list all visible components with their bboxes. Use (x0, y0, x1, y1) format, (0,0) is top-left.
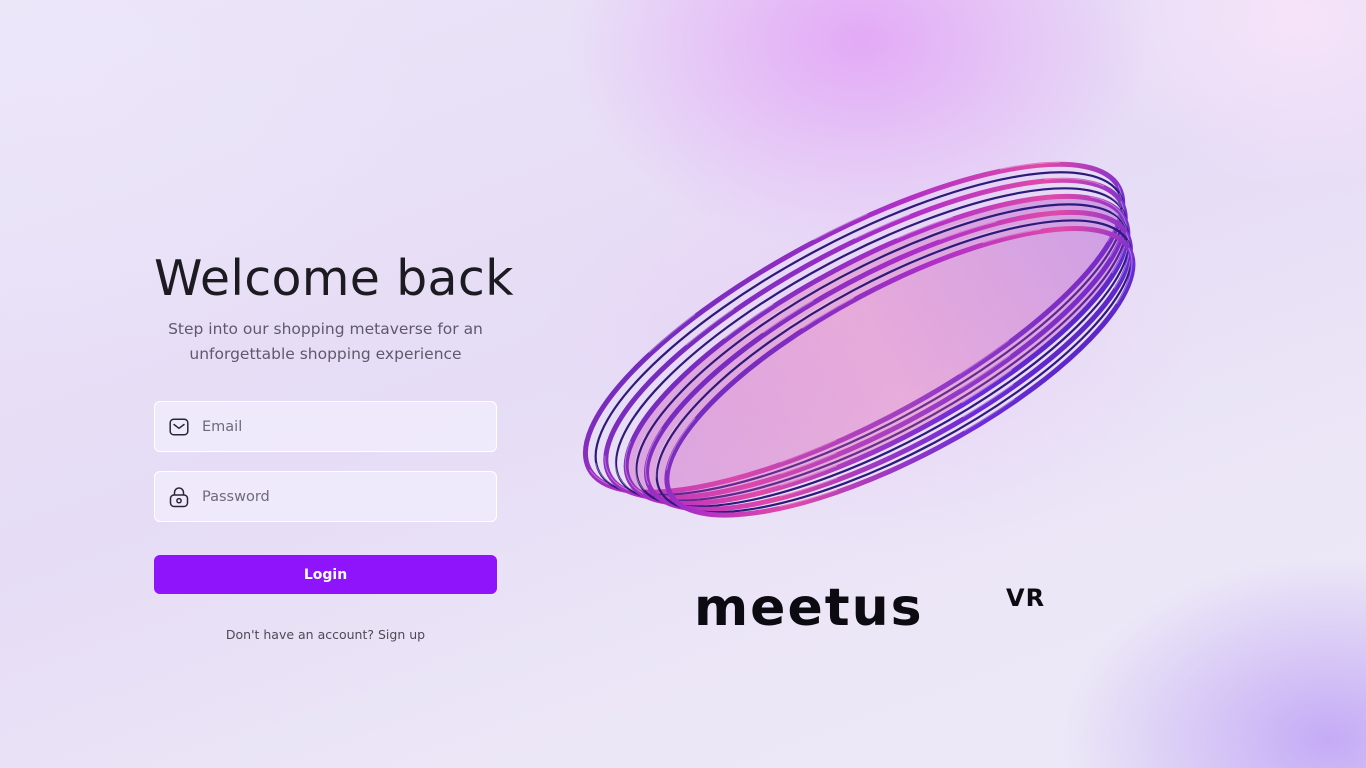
login-button[interactable]: Login (154, 555, 497, 594)
signup-row: Don't have an account? Sign up (154, 627, 497, 642)
page-subtitle: Step into our shopping metaverse for an … (168, 320, 483, 363)
email-field[interactable] (154, 401, 497, 452)
lock-icon (168, 486, 190, 508)
page-title: Welcome back (154, 250, 514, 307)
signup-prompt: Don't have an account? (225, 627, 375, 642)
email-input[interactable] (200, 405, 484, 448)
hero-ring-illustration (542, 120, 1212, 552)
signup-link[interactable]: Sign up (378, 627, 425, 642)
password-field[interactable] (154, 471, 497, 522)
password-input[interactable] (200, 475, 484, 518)
meetus-logo: meetus VR (694, 578, 1064, 638)
logo-wordmark: meetus (694, 584, 924, 630)
mail-icon (168, 416, 190, 438)
login-panel: Welcome back Step into our shopping meta… (154, 250, 514, 642)
logo-vr-mark: VR (1006, 584, 1045, 612)
